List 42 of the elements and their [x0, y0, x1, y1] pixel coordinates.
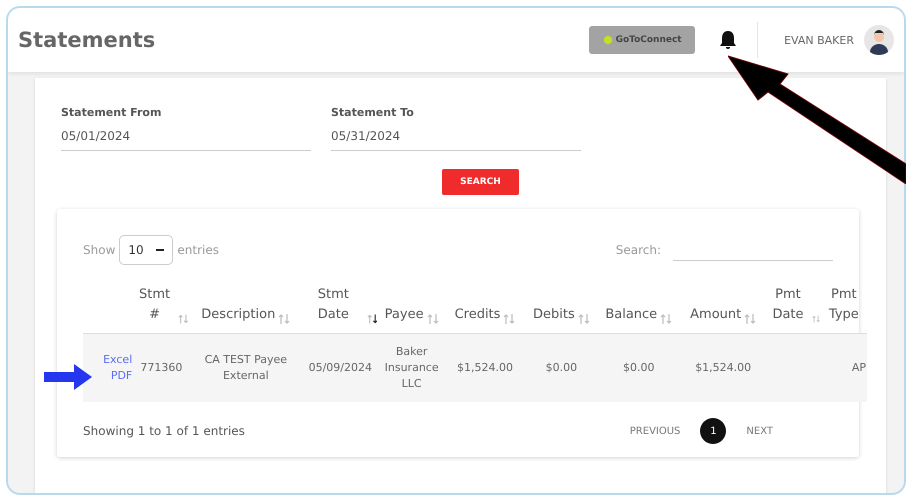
table-cell: $1,524.00: [695, 361, 752, 374]
table-cell: $0.00: [623, 361, 655, 374]
field-label: Statement From: [61, 106, 162, 119]
entries-label: entries: [177, 243, 219, 257]
table-cell: 05/09/2024: [308, 361, 372, 374]
search-label: Search:: [616, 243, 661, 257]
logo-icon: [602, 35, 613, 45]
page-size-select[interactable]: 10: [119, 235, 174, 265]
sort-icon[interactable]: [366, 313, 378, 325]
table-cell: CA TEST Payee External: [204, 353, 288, 382]
brand-button[interactable]: GoToConnect: [589, 26, 696, 54]
table-cell: AP: [852, 361, 866, 374]
date-field[interactable]: 05/01/2024: [61, 129, 301, 143]
column-header[interactable]: Pmt Date: [767, 285, 809, 325]
bell-icon[interactable]: [719, 30, 738, 50]
user-name[interactable]: EVAN BAKER: [784, 34, 854, 46]
table-cell: 771360: [140, 361, 182, 374]
entries-info: Showing 1 to 1 of 1 entries: [83, 424, 245, 438]
column-header[interactable]: Stmt #: [134, 285, 175, 325]
previous-button[interactable]: PREVIOUS: [624, 424, 686, 438]
page-button[interactable]: 1: [700, 418, 726, 444]
column-header[interactable]: Amount: [690, 305, 742, 325]
page-title: Statements: [18, 28, 156, 52]
search-button[interactable]: SEARCH: [442, 169, 519, 195]
column-header[interactable]: Credits: [454, 305, 500, 325]
column-header[interactable]: Balance: [605, 305, 658, 325]
table-cell: $0.00: [546, 361, 578, 374]
column-header[interactable]: Debits: [533, 305, 575, 325]
show-label: Show: [83, 243, 116, 257]
table-cell: Baker Insurance LLC: [384, 345, 439, 390]
column-header[interactable]: Pmt Type: [822, 285, 866, 325]
column-header[interactable]: Payee: [384, 305, 424, 325]
field-label: Statement To: [331, 106, 415, 119]
column-header[interactable]: Stmt Date: [303, 285, 364, 325]
arrow-annotation: [44, 364, 92, 390]
next-button[interactable]: NEXT: [740, 424, 779, 438]
download-link[interactable]: PDF: [110, 368, 132, 384]
download-link[interactable]: Excel: [103, 352, 132, 368]
column-header[interactable]: Description: [201, 305, 276, 325]
avatar-icon[interactable]: [864, 25, 894, 55]
date-field[interactable]: 05/31/2024: [331, 129, 571, 143]
table-cell: $1,524.00: [457, 361, 513, 374]
